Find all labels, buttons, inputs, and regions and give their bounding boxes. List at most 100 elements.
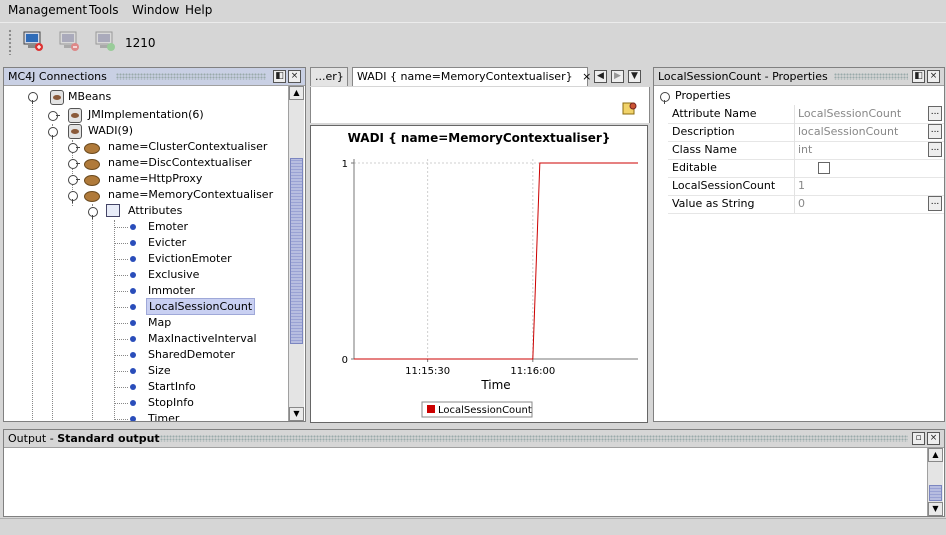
tab-scroll-left-icon[interactable]: ◀ xyxy=(594,70,607,83)
ellipsis-button[interactable]: ... xyxy=(928,196,942,211)
property-value[interactable]: int xyxy=(798,143,812,156)
properties-section-label: Properties xyxy=(675,89,731,102)
output-text-area[interactable] xyxy=(4,448,927,516)
expand-toggle[interactable] xyxy=(88,207,98,219)
expand-toggle[interactable] xyxy=(68,143,80,153)
attribute-item[interactable]: Timer xyxy=(148,411,179,421)
attribute-item[interactable]: Immoter xyxy=(148,283,195,299)
output-scrollbar[interactable]: ▲ ▼ xyxy=(927,448,943,516)
monitor-add-icon[interactable] xyxy=(22,30,44,52)
menu-window[interactable]: Window xyxy=(132,3,179,17)
scroll-thumb[interactable] xyxy=(290,158,303,344)
editable-checkbox[interactable] xyxy=(818,162,830,174)
tab-previous[interactable]: ...er} xyxy=(310,67,348,86)
tree-guide xyxy=(32,92,33,421)
property-row[interactable]: Editable xyxy=(668,159,944,178)
tree-node-bean[interactable]: name=ClusterContextualiser xyxy=(108,139,267,155)
menu-help[interactable]: Help xyxy=(185,3,212,17)
menu-management[interactable]: Management xyxy=(8,3,87,17)
tree-guide xyxy=(114,275,128,276)
x-tick-label: 11:16:00 xyxy=(510,366,555,377)
x-tick-label: 11:15:30 xyxy=(405,366,450,377)
ellipsis-button[interactable]: ... xyxy=(928,142,942,157)
tree-node-bean[interactable]: name=HttpProxy xyxy=(108,171,202,187)
chart-toolbar xyxy=(310,87,650,123)
attribute-item[interactable]: SharedDemoter xyxy=(148,347,235,363)
close-icon[interactable]: × xyxy=(288,70,301,83)
attribute-dot-icon xyxy=(130,368,136,374)
property-value[interactable]: 1 xyxy=(798,179,805,192)
scroll-thumb[interactable] xyxy=(929,485,942,501)
property-value[interactable]: 0 xyxy=(798,197,805,210)
ellipsis-button[interactable]: ... xyxy=(928,106,942,121)
tree-guide xyxy=(114,355,128,356)
attribute-item[interactable]: Emoter xyxy=(148,219,188,235)
attribute-item[interactable]: Map xyxy=(148,315,171,331)
attribute-item[interactable]: Exclusive xyxy=(148,267,199,283)
tree-node-bean[interactable]: name=DiscContextualiser xyxy=(108,155,252,171)
attribute-dot-icon xyxy=(130,416,136,421)
domain-icon xyxy=(50,90,64,105)
monitor-refresh-icon[interactable] xyxy=(94,30,116,52)
scroll-up-icon[interactable]: ▲ xyxy=(928,448,943,462)
title-grip xyxy=(116,73,266,80)
tree-guide xyxy=(114,419,128,420)
expand-toggle[interactable] xyxy=(48,111,60,121)
plot-area xyxy=(354,159,638,359)
attribute-item[interactable]: EvictionEmoter xyxy=(148,251,232,267)
property-row[interactable]: Value as String 0 ... xyxy=(668,195,944,214)
tab-wadi-memorycontextualiser[interactable]: WADI { name=MemoryContextualiser} × xyxy=(352,67,591,86)
tree-guide xyxy=(114,220,115,421)
property-key: Attribute Name xyxy=(672,107,757,120)
bean-icon xyxy=(84,143,100,154)
tree-scrollbar[interactable]: ▲ ▼ xyxy=(288,86,304,421)
restore-icon[interactable]: ◧ xyxy=(912,70,925,83)
property-row[interactable]: Class Name int ... xyxy=(668,141,944,160)
scroll-up-icon[interactable]: ▲ xyxy=(289,86,304,100)
tree-node-bean[interactable]: name=MemoryContextualiser xyxy=(108,187,273,203)
properties-title: LocalSessionCount - Properties xyxy=(658,70,828,83)
property-row[interactable]: LocalSessionCount 1 xyxy=(668,177,944,196)
tree-node-mbeans[interactable]: MBeans xyxy=(68,89,111,105)
attribute-item[interactable]: StartInfo xyxy=(148,379,196,395)
tree-node-jmimplementation[interactable]: JMImplementation(6) xyxy=(88,107,204,123)
restore-icon[interactable]: ◧ xyxy=(273,70,286,83)
attribute-item-selected[interactable]: LocalSessionCount xyxy=(146,298,256,315)
ellipsis-button[interactable]: ... xyxy=(928,124,942,139)
attribute-dot-icon xyxy=(130,224,136,230)
expand-toggle[interactable] xyxy=(68,159,80,169)
expand-toggle[interactable] xyxy=(660,92,670,104)
tab-list-dropdown-icon[interactable]: ▼ xyxy=(628,70,641,83)
tree-node-attributes[interactable]: Attributes xyxy=(128,203,182,219)
property-row[interactable]: Attribute Name LocalSessionCount ... xyxy=(668,105,944,124)
property-value[interactable]: LocalSessionCount xyxy=(798,107,901,120)
attributes-folder-icon xyxy=(106,204,120,217)
expand-toggle[interactable] xyxy=(28,92,38,104)
scroll-down-icon[interactable]: ▼ xyxy=(289,407,304,421)
scroll-down-icon[interactable]: ▼ xyxy=(928,502,943,516)
tab-scroll-right-icon[interactable]: ▶ xyxy=(611,70,624,83)
chart-title: WADI { name=MemoryContextualiser} xyxy=(348,131,611,145)
expand-toggle[interactable] xyxy=(68,191,78,203)
tab-close-icon[interactable]: × xyxy=(582,70,591,83)
attribute-item[interactable]: Size xyxy=(148,363,171,379)
property-row[interactable]: Description localSessionCount ... xyxy=(668,123,944,142)
attribute-dot-icon xyxy=(130,352,136,358)
close-icon[interactable]: × xyxy=(927,432,940,445)
expand-toggle[interactable] xyxy=(68,175,80,185)
chart-settings-icon[interactable] xyxy=(622,100,638,116)
expand-toggle[interactable] xyxy=(48,127,58,139)
toolbar-grip[interactable] xyxy=(8,29,13,55)
tree-guide xyxy=(114,291,128,292)
tree-node-wadi[interactable]: WADI(9) xyxy=(88,123,133,139)
attribute-item[interactable]: MaxInactiveInterval xyxy=(148,331,257,347)
attribute-item[interactable]: StopInfo xyxy=(148,395,194,411)
attribute-item[interactable]: Evicter xyxy=(148,235,186,251)
property-value[interactable]: localSessionCount xyxy=(798,125,898,138)
monitor-remove-icon[interactable] xyxy=(58,30,80,52)
menu-tools[interactable]: Tools xyxy=(89,3,119,17)
output-panel: Output - Standard output ▫ × ▲ ▼ xyxy=(3,429,945,517)
minimize-icon[interactable]: ▫ xyxy=(912,432,925,445)
close-icon[interactable]: × xyxy=(927,70,940,83)
attribute-dot-icon xyxy=(130,256,136,262)
